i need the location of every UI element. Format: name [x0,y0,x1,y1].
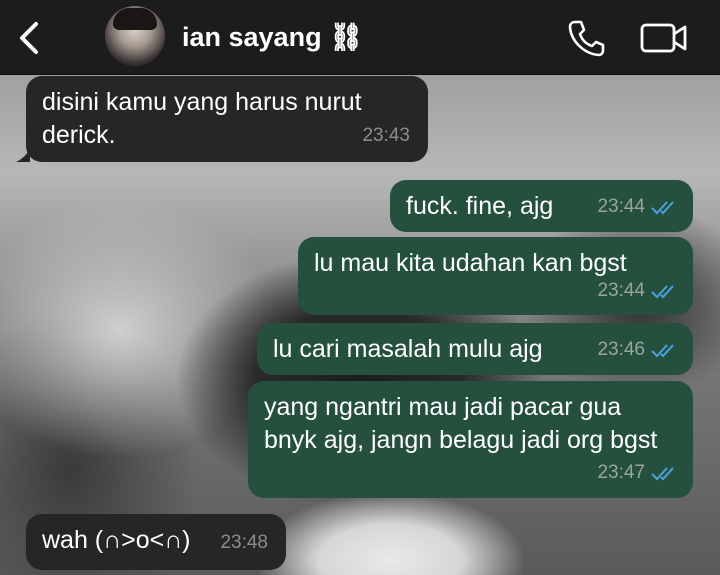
message-meta: 23:46 [597,333,679,366]
message-bubble-outgoing[interactable]: yang ngantri mau jadi pacar gua bnyk ajg… [248,381,693,498]
message-meta: 23:44 [597,190,679,223]
message-time: 23:44 [597,280,645,301]
message-bubble-incoming[interactable]: wah (∩>o<∩) 23:48 [26,514,286,570]
video-camera-icon [640,23,687,53]
back-button[interactable] [12,18,46,58]
message-meta: 23:44 [597,274,679,307]
message-time: 23:43 [362,125,410,146]
double-check-read-icon [651,343,674,357]
message-meta: 23:47 [597,456,679,489]
contact-avatar[interactable] [105,6,165,66]
chat-header: ian sayang ⛓ [0,0,720,75]
message-bubble-outgoing[interactable]: lu cari masalah mulu ajg 23:46 [257,323,693,375]
double-check-read-icon [651,466,674,480]
phone-icon [568,20,605,57]
message-text: yang ngantri mau jadi pacar gua bnyk ajg… [264,393,658,454]
message-bubble-outgoing[interactable]: lu mau kita udahan kan bgst 23:44 [298,237,693,315]
avatar-hair [113,8,157,30]
message-bubble-outgoing[interactable]: fuck. fine, ajg 23:44 [390,180,693,232]
message-meta: 23:43 [362,119,410,152]
voice-call-button[interactable] [566,19,606,57]
message-time: 23:47 [597,462,645,483]
video-call-button[interactable] [640,21,688,55]
message-text: wah (∩>o<∩) [42,526,191,554]
message-meta: 23:48 [220,526,268,559]
message-text: lu mau kita udahan kan bgst [314,249,627,277]
double-check-read-icon [651,200,674,214]
message-bubble-incoming[interactable]: disini kamu yang harus nurut derick. 23:… [16,76,428,162]
message-time: 23:48 [220,532,268,553]
message-text: lu cari masalah mulu ajg [273,335,543,363]
contact-name[interactable]: ian sayang ⛓ [182,21,363,53]
bubble-tail [16,148,30,162]
message-time: 23:46 [597,339,645,360]
message-text: fuck. fine, ajg [406,192,554,220]
chevron-left-icon [20,22,38,54]
double-check-read-icon [651,284,674,298]
message-text: disini kamu yang harus nurut derick. [42,88,369,149]
message-time: 23:44 [597,196,645,217]
